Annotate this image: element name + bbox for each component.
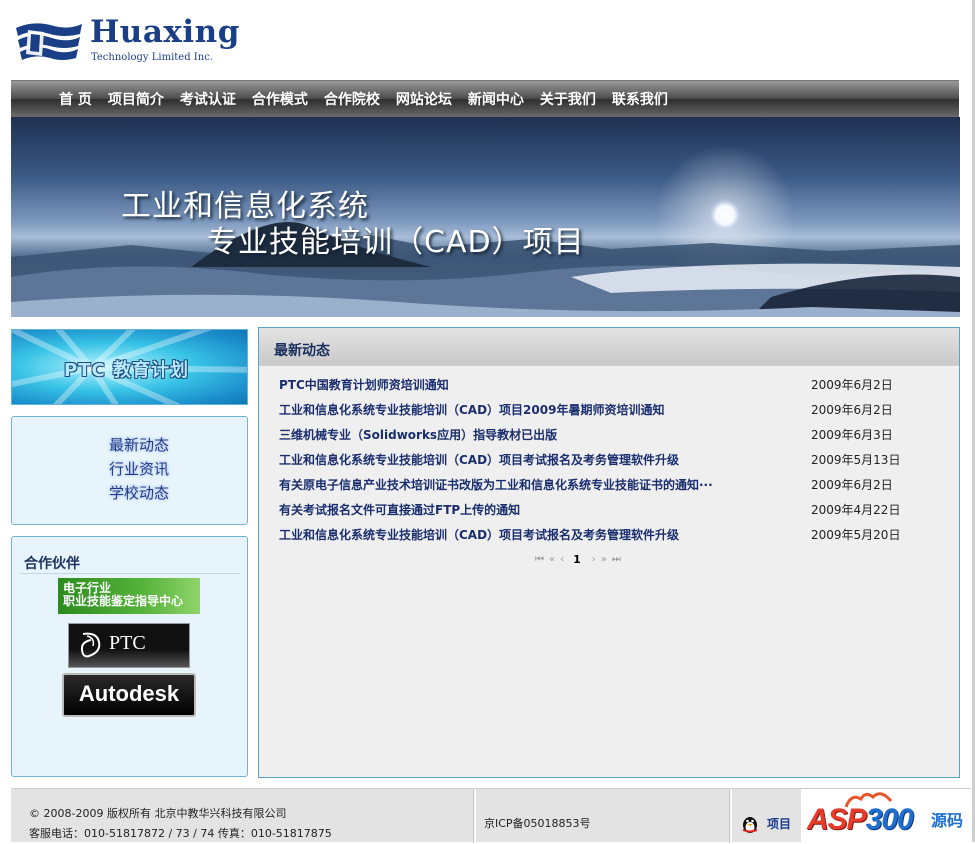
partners-box: 合作伙伴 电子行业 职业技能鉴定指导中心 PTC Autodesk — [11, 536, 248, 777]
huaxing-logo-icon — [16, 23, 82, 60]
main-nav: 首 页 项目简介 考试认证 合作模式 合作院校 网站论坛 新闻中心 关于我们 联… — [11, 80, 959, 117]
partner-logo-ptc[interactable]: PTC — [68, 623, 190, 668]
category-school-news[interactable]: 学校动态 — [109, 481, 247, 505]
category-industry-info[interactable]: 行业资讯 — [109, 457, 247, 481]
nav-item-exam-cert[interactable]: 考试认证 — [172, 89, 244, 109]
latest-news-panel: 最新动态 PTC中国教育计划师资培训通知 2009年6月2日 工业和信息化系统专… — [258, 327, 960, 778]
category-box: 最新动态 行业资讯 学校动态 — [11, 416, 248, 525]
news-row: PTC中国教育计划师资培训通知 2009年6月2日 — [279, 376, 939, 401]
news-row: 三维机械专业（Solidworks应用）指导教材已出版 2009年6月3日 — [279, 426, 939, 451]
news-title-link[interactable]: 有关原电子信息产业技术培训证书改版为工业和信息化系统专业技能证书的通知··· — [279, 476, 713, 493]
news-date: 2009年5月13日 — [811, 453, 901, 467]
category-latest-news[interactable]: 最新动态 — [109, 433, 247, 457]
news-date: 2009年6月2日 — [811, 378, 893, 392]
next-ten-pages-icon[interactable]: » — [601, 554, 607, 565]
partner-logo-electronics-center[interactable]: 电子行业 职业技能鉴定指导中心 — [58, 578, 200, 614]
news-row: 工业和信息化系统专业技能培训（CAD）项目考试报名及考务管理软件升级 2009年… — [279, 526, 939, 551]
news-row: 工业和信息化系统专业技能培训（CAD）项目2009年暑期师资培训通知 2009年… — [279, 401, 939, 426]
nav-item-partner-schools[interactable]: 合作院校 — [316, 89, 388, 109]
next-page-icon[interactable]: › — [592, 554, 596, 565]
partners-title: 合作伙伴 — [24, 556, 80, 572]
site-logo[interactable]: Huaxing Technology Limited Inc. — [14, 14, 239, 70]
current-page-number[interactable]: 1 — [569, 553, 585, 566]
news-date: 2009年6月3日 — [811, 428, 893, 442]
ptc-banner-text: PTC 教育计划 — [64, 360, 189, 381]
news-date: 2009年5月20日 — [811, 528, 901, 542]
footer-icp-number[interactable]: 京ICP备05018853号 — [484, 815, 591, 831]
banner-headline-line2: 专业技能培训（CAD）项目 — [207, 225, 585, 260]
prev-ten-pages-icon[interactable]: « — [549, 554, 555, 565]
logo-subtitle: Technology Limited Inc. — [91, 52, 213, 63]
nav-item-project-intro[interactable]: 项目简介 — [100, 89, 172, 109]
ptc-logo-text: PTC — [109, 632, 146, 654]
nav-item-about-us[interactable]: 关于我们 — [532, 89, 604, 109]
news-title-link[interactable]: 工业和信息化系统专业技能培训（CAD）项目考试报名及考务管理软件升级 — [279, 526, 679, 543]
news-panel-title: 最新动态 — [274, 343, 330, 359]
news-date: 2009年4月22日 — [811, 503, 901, 517]
news-title-link[interactable]: 工业和信息化系统专业技能培训（CAD）项目考试报名及考务管理软件升级 — [279, 451, 679, 468]
last-page-icon[interactable]: ⏭ — [612, 554, 621, 565]
prev-page-icon[interactable]: ‹ — [560, 554, 564, 565]
asp300-text: ASP300 — [807, 803, 914, 836]
qq-penguin-icon[interactable] — [739, 813, 761, 835]
news-row: 有关原电子信息产业技术培训证书改版为工业和信息化系统专业技能证书的通知··· 2… — [279, 476, 939, 501]
nav-item-news-center[interactable]: 新闻中心 — [460, 89, 532, 109]
partners-divider — [20, 573, 240, 574]
footer-divider — [473, 789, 476, 843]
news-title-link[interactable]: 有关考试报名文件可直接通过FTP上传的通知 — [279, 501, 520, 518]
footer-contact: 客服电话：010-51817872 / 73 / 74 传真：010-51817… — [29, 827, 332, 840]
nav-item-home[interactable]: 首 页 — [51, 89, 100, 109]
pagination: ⏮ « ‹ 1 › » ⏭ — [535, 552, 621, 566]
ptc-swirl-icon — [80, 632, 101, 658]
news-panel-header: 最新动态 — [259, 328, 959, 366]
footer-divider — [729, 789, 732, 843]
nav-item-forum[interactable]: 网站论坛 — [388, 89, 460, 109]
partner-logo-autodesk[interactable]: Autodesk — [62, 673, 196, 717]
footer-copyright: © 2008-2009 版权所有 北京中教华兴科技有限公司 — [29, 807, 287, 820]
hero-banner: 工业和信息化系统 专业技能培训（CAD）项目 — [11, 117, 960, 317]
asp300-chinese: 源码 — [931, 811, 964, 830]
news-date: 2009年6月2日 — [811, 478, 893, 492]
news-row: 有关考试报名文件可直接通过FTP上传的通知 2009年4月22日 — [279, 501, 939, 526]
news-date: 2009年6月2日 — [811, 403, 893, 417]
nav-item-contact-us[interactable]: 联系我们 — [604, 89, 676, 109]
first-page-icon[interactable]: ⏮ — [535, 554, 544, 565]
nav-item-cooperation-mode[interactable]: 合作模式 — [244, 89, 316, 109]
news-list: PTC中国教育计划师资培训通知 2009年6月2日 工业和信息化系统专业技能培训… — [279, 376, 939, 551]
news-title-link[interactable]: 三维机械专业（Solidworks应用）指导教材已出版 — [279, 426, 557, 443]
ptc-education-banner[interactable]: PTC 教育计划 — [11, 329, 248, 405]
asp300-watermark-logo: ASP300 源码 — [801, 789, 971, 843]
footer-info: © 2008-2009 版权所有 北京中教华兴科技有限公司 客服电话：010-5… — [29, 804, 332, 844]
news-title-link[interactable]: 工业和信息化系统专业技能培训（CAD）项目2009年暑期师资培训通知 — [279, 401, 664, 418]
site-footer: © 2008-2009 版权所有 北京中教华兴科技有限公司 客服电话：010-5… — [11, 788, 971, 844]
news-title-link[interactable]: PTC中国教育计划师资培训通知 — [279, 376, 449, 393]
news-row: 工业和信息化系统专业技能培训（CAD）项目考试报名及考务管理软件升级 2009年… — [279, 451, 939, 476]
logo-name: Huaxing — [90, 14, 240, 50]
footer-qq-label[interactable]: 项目 — [767, 815, 791, 832]
partner-logo1-line2: 职业技能鉴定指导中心 — [63, 594, 184, 608]
